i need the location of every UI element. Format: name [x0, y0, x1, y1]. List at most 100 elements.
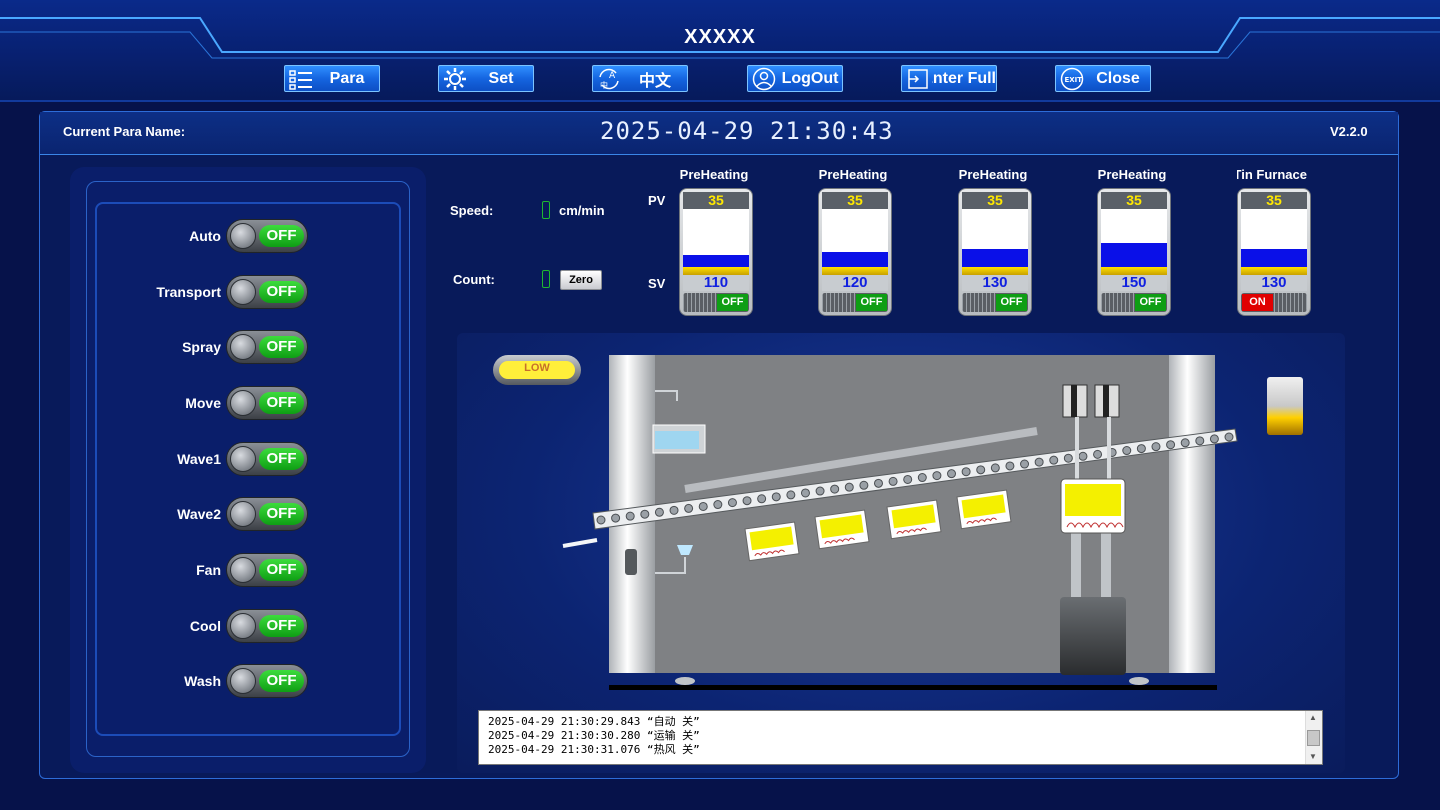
toggle-knob [230, 446, 256, 472]
fan-label: Fan [196, 562, 221, 578]
para-button-label: Para [329, 69, 365, 87]
toggle-state: OFF [259, 281, 304, 303]
log-scrollbar[interactable]: ▲ ▼ [1305, 711, 1322, 764]
close-button[interactable]: EXIT Close [1055, 65, 1151, 92]
auto-label: Auto [189, 228, 221, 244]
svg-text:EXIT: EXIT [1065, 76, 1083, 84]
toggle-knob [230, 279, 256, 305]
chain-roller [596, 515, 606, 525]
chain-roller [654, 507, 664, 517]
toggle-state: OFF [259, 225, 304, 247]
datetime-display: 2025-04-29 21:30:43 [600, 117, 894, 145]
scroll-up-icon[interactable]: ▲ [1309, 713, 1317, 722]
logout-button[interactable]: LogOut [747, 65, 843, 92]
heater-2-state: OFF [856, 294, 887, 311]
tin-furnace-gauge: 35 130 ON [1237, 188, 1311, 316]
heater-1-tank [683, 209, 749, 275]
heater-3-state: OFF [996, 294, 1027, 311]
switch-grill [1274, 293, 1307, 312]
heater-1-switch[interactable]: OFF [683, 293, 749, 312]
heater-4-gauge: 35 150 OFF [1097, 188, 1171, 316]
toggle-knob [230, 557, 256, 583]
close-button-label: Close [1096, 69, 1140, 87]
header-frame [0, 17, 1440, 102]
auto-toggle[interactable]: OFF [226, 219, 308, 253]
scroll-thumb[interactable] [1307, 730, 1320, 746]
tin-furnace-title: Tin Furnace [1237, 167, 1307, 182]
chain-roller [815, 486, 825, 496]
heater-2-pv: 35 [822, 192, 888, 209]
spray-toggle[interactable]: OFF [226, 330, 308, 364]
chain-roller [771, 492, 781, 502]
toggle-knob [230, 223, 256, 249]
chain-roller [888, 476, 898, 486]
wash-toggle[interactable]: OFF [226, 664, 308, 698]
switch-grill [683, 293, 716, 312]
heater-1-title: PreHeating [679, 167, 749, 182]
fullscreen-icon [904, 66, 932, 91]
heater-2-tank [822, 209, 888, 275]
chain-roller [1063, 453, 1073, 463]
language-button-label: 中文 [638, 72, 671, 90]
heater-4-tank [1101, 209, 1167, 275]
chain-roller [830, 484, 840, 494]
heater-4-title: PreHeating [1097, 167, 1167, 182]
toggle-knob [230, 390, 256, 416]
chain-roller [1122, 446, 1132, 456]
heater-2-title: PreHeating [818, 167, 888, 182]
chain-roller [1209, 434, 1219, 444]
header-bar [0, 0, 1440, 102]
chain-roller [757, 494, 767, 504]
chain-roller [1005, 461, 1015, 471]
toggle-state: OFF [259, 559, 304, 581]
heater-4-sv: 150 [1101, 275, 1167, 291]
scroll-down-icon[interactable]: ▼ [1309, 752, 1317, 761]
fullscreen-button[interactable]: Enter Full [901, 65, 997, 92]
set-button[interactable]: Set [438, 65, 534, 92]
heater-4-state: OFF [1135, 294, 1166, 311]
chain-roller [1166, 440, 1176, 450]
chain-roller [1224, 432, 1234, 442]
transport-toggle[interactable]: OFF [226, 275, 308, 309]
chain-roller [640, 509, 650, 519]
exit-icon: EXIT [1058, 66, 1086, 91]
machine-diagram [493, 355, 1303, 690]
tin-furnace-switch[interactable]: ON [1241, 293, 1307, 312]
chain-roller [873, 478, 883, 488]
log-line: 2025-04-29 21:30:31.076 “热风 关” [488, 743, 700, 756]
chain-roller [961, 467, 971, 477]
chain-roller [859, 480, 869, 490]
cool-toggle[interactable]: OFF [226, 609, 308, 643]
chain-roller [1020, 459, 1030, 469]
tin-furnace-pv: 35 [1241, 192, 1307, 209]
fan-toggle[interactable]: OFF [226, 553, 308, 587]
chain-roller [1093, 449, 1103, 459]
heater-3-tank [962, 209, 1028, 275]
move-toggle[interactable]: OFF [226, 386, 308, 420]
heater-4-switch[interactable]: OFF [1101, 293, 1167, 312]
para-button[interactable]: Para [284, 65, 380, 92]
speed-label: Speed: [450, 203, 494, 218]
heater-3-title: PreHeating [958, 167, 1028, 182]
toggle-state: OFF [259, 615, 304, 637]
toggle-state: OFF [259, 448, 304, 470]
tin-furnace-tank [1241, 209, 1307, 275]
speed-value-display [542, 201, 550, 219]
zero-button[interactable]: Zero [560, 270, 602, 290]
language-button[interactable]: A中 中文 [592, 65, 688, 92]
wave1-toggle[interactable]: OFF [226, 442, 308, 476]
event-log[interactable]: 2025-04-29 21:30:29.843 “自动 关” 2025-04-2… [478, 710, 1323, 765]
wave1-label: Wave1 [177, 451, 221, 467]
count-label: Count: [453, 272, 495, 287]
chain-roller [844, 482, 854, 492]
toggle-state: OFF [259, 670, 304, 692]
heater-3-switch[interactable]: OFF [962, 293, 1028, 312]
heater-2-switch[interactable]: OFF [822, 293, 888, 312]
toggle-state: OFF [259, 336, 304, 358]
heater-1-sv: 110 [683, 275, 749, 291]
gear-icon [441, 66, 469, 91]
wave2-toggle[interactable]: OFF [226, 497, 308, 531]
chain-roller [713, 500, 723, 510]
list-icon [287, 66, 315, 91]
chain-roller [1195, 436, 1205, 446]
